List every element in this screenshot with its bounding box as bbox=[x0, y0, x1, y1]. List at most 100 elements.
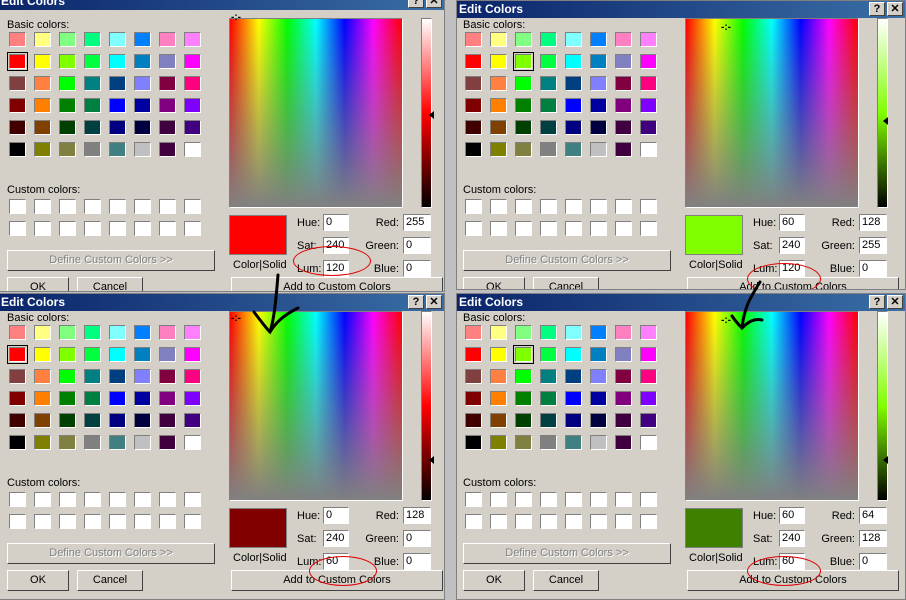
basic-color-swatch[interactable] bbox=[590, 98, 607, 113]
basic-color-swatch[interactable] bbox=[540, 32, 557, 47]
custom-color-swatch[interactable] bbox=[34, 199, 51, 214]
basic-color-swatch[interactable] bbox=[515, 435, 532, 450]
custom-color-swatch[interactable] bbox=[109, 221, 126, 236]
blue-input[interactable]: 0 bbox=[859, 260, 887, 277]
custom-color-swatch[interactable] bbox=[109, 492, 126, 507]
basic-color-swatch[interactable] bbox=[59, 142, 76, 157]
basic-color-swatch[interactable] bbox=[540, 369, 557, 384]
custom-color-swatch[interactable] bbox=[159, 514, 176, 529]
basic-color-swatch[interactable] bbox=[590, 76, 607, 91]
basic-color-swatch[interactable] bbox=[640, 435, 657, 450]
hue-input[interactable]: 60 bbox=[779, 507, 805, 524]
cancel-button[interactable]: Cancel bbox=[533, 277, 599, 289]
color-spectrum[interactable] bbox=[229, 18, 403, 208]
basic-color-swatch[interactable] bbox=[515, 391, 532, 406]
basic-color-swatch[interactable] bbox=[565, 76, 582, 91]
basic-color-swatch[interactable] bbox=[465, 413, 482, 428]
basic-color-swatch[interactable] bbox=[465, 32, 482, 47]
custom-color-swatch[interactable] bbox=[134, 492, 151, 507]
basic-color-swatch[interactable] bbox=[7, 345, 28, 364]
basic-color-swatch[interactable] bbox=[59, 347, 76, 362]
basic-color-swatch[interactable] bbox=[84, 32, 101, 47]
custom-color-swatch[interactable] bbox=[159, 221, 176, 236]
basic-color-swatch[interactable] bbox=[590, 435, 607, 450]
basic-color-swatch[interactable] bbox=[109, 369, 126, 384]
basic-color-swatch[interactable] bbox=[490, 435, 507, 450]
basic-color-swatch[interactable] bbox=[565, 369, 582, 384]
basic-color-swatch[interactable] bbox=[59, 54, 76, 69]
basic-color-swatch[interactable] bbox=[540, 98, 557, 113]
custom-color-swatch[interactable] bbox=[34, 492, 51, 507]
basic-color-swatch[interactable] bbox=[640, 32, 657, 47]
help-button[interactable]: ? bbox=[869, 2, 885, 16]
basic-color-swatch[interactable] bbox=[184, 413, 201, 428]
custom-color-swatch[interactable] bbox=[565, 199, 582, 214]
ok-button[interactable]: OK bbox=[7, 277, 69, 291]
green-input[interactable]: 255 bbox=[859, 237, 887, 254]
basic-color-swatch[interactable] bbox=[59, 76, 76, 91]
basic-color-swatch[interactable] bbox=[565, 391, 582, 406]
custom-color-swatch[interactable] bbox=[465, 199, 482, 214]
basic-color-swatch[interactable] bbox=[615, 120, 632, 135]
custom-color-swatch[interactable] bbox=[540, 221, 557, 236]
basic-color-swatch[interactable] bbox=[9, 98, 26, 113]
basic-color-swatch[interactable] bbox=[590, 413, 607, 428]
basic-color-swatch[interactable] bbox=[540, 435, 557, 450]
custom-color-swatch[interactable] bbox=[184, 492, 201, 507]
define-custom-colors-button[interactable]: Define Custom Colors >> bbox=[463, 250, 671, 271]
basic-color-swatch[interactable] bbox=[159, 369, 176, 384]
basic-color-swatch[interactable] bbox=[134, 54, 151, 69]
custom-color-swatch[interactable] bbox=[640, 199, 657, 214]
ok-button[interactable]: OK bbox=[463, 570, 525, 591]
basic-color-swatch[interactable] bbox=[465, 54, 482, 69]
basic-color-swatch[interactable] bbox=[159, 413, 176, 428]
basic-color-swatch[interactable] bbox=[34, 32, 51, 47]
hue-input[interactable]: 60 bbox=[779, 214, 805, 231]
basic-color-swatch[interactable] bbox=[9, 325, 26, 340]
sat-input[interactable]: 240 bbox=[779, 530, 805, 547]
basic-color-swatch[interactable] bbox=[184, 76, 201, 91]
color-spectrum[interactable] bbox=[685, 311, 859, 501]
basic-color-swatch[interactable] bbox=[515, 98, 532, 113]
basic-color-swatch[interactable] bbox=[615, 347, 632, 362]
basic-color-swatch[interactable] bbox=[615, 413, 632, 428]
basic-color-swatch[interactable] bbox=[84, 54, 101, 69]
custom-color-swatch[interactable] bbox=[109, 199, 126, 214]
basic-color-swatch[interactable] bbox=[640, 142, 657, 157]
custom-color-swatch[interactable] bbox=[9, 221, 26, 236]
basic-color-swatch[interactable] bbox=[490, 325, 507, 340]
sat-input[interactable]: 240 bbox=[779, 237, 805, 254]
help-button[interactable]: ? bbox=[408, 295, 424, 309]
basic-color-swatch[interactable] bbox=[590, 347, 607, 362]
basic-color-swatch[interactable] bbox=[34, 413, 51, 428]
custom-color-swatch[interactable] bbox=[540, 199, 557, 214]
green-input[interactable]: 128 bbox=[859, 530, 887, 547]
basic-color-swatch[interactable] bbox=[134, 347, 151, 362]
basic-color-swatch[interactable] bbox=[84, 142, 101, 157]
basic-color-swatch[interactable] bbox=[515, 142, 532, 157]
define-custom-colors-button[interactable]: Define Custom Colors >> bbox=[7, 250, 215, 271]
basic-color-swatch[interactable] bbox=[134, 76, 151, 91]
custom-color-swatch[interactable] bbox=[590, 514, 607, 529]
custom-color-swatch[interactable] bbox=[34, 221, 51, 236]
basic-color-swatch[interactable] bbox=[490, 369, 507, 384]
basic-color-swatch[interactable] bbox=[565, 32, 582, 47]
custom-color-swatch[interactable] bbox=[84, 514, 101, 529]
basic-color-swatch[interactable] bbox=[640, 120, 657, 135]
basic-color-swatch[interactable] bbox=[34, 142, 51, 157]
basic-color-swatch[interactable] bbox=[109, 32, 126, 47]
basic-color-swatch[interactable] bbox=[513, 52, 534, 71]
basic-color-swatch[interactable] bbox=[490, 120, 507, 135]
basic-color-swatch[interactable] bbox=[615, 369, 632, 384]
basic-color-swatch[interactable] bbox=[640, 98, 657, 113]
green-input[interactable]: 0 bbox=[403, 237, 431, 254]
basic-color-swatch[interactable] bbox=[540, 54, 557, 69]
basic-color-swatch[interactable] bbox=[615, 98, 632, 113]
custom-color-swatch[interactable] bbox=[490, 199, 507, 214]
blue-input[interactable]: 0 bbox=[403, 260, 431, 277]
basic-color-swatch[interactable] bbox=[9, 435, 26, 450]
basic-color-swatch[interactable] bbox=[565, 347, 582, 362]
basic-color-swatch[interactable] bbox=[34, 347, 51, 362]
basic-color-swatch[interactable] bbox=[59, 325, 76, 340]
basic-color-swatch[interactable] bbox=[9, 391, 26, 406]
